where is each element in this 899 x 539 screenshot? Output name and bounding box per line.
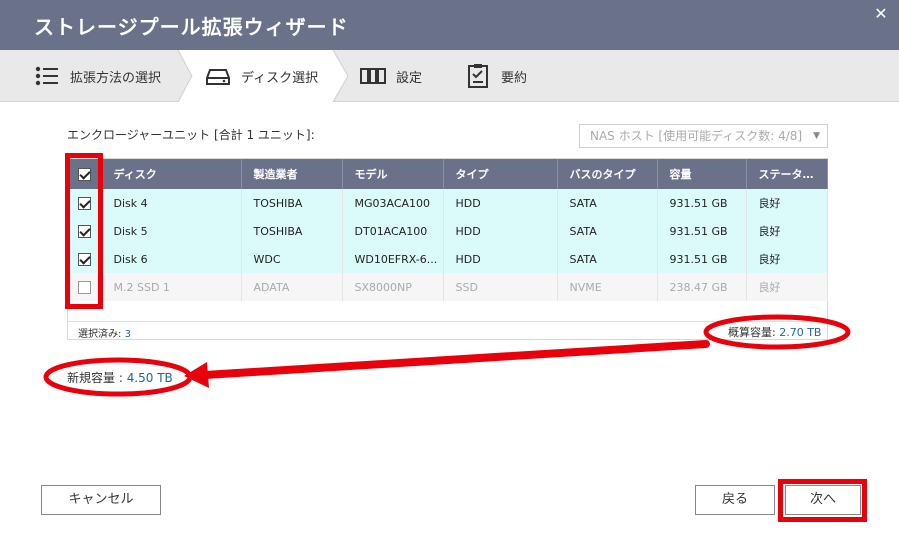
- column-header[interactable]: タイプ: [443, 159, 558, 189]
- table-cell: SX8000NP: [342, 273, 444, 301]
- table-cell: HDD: [443, 217, 558, 245]
- row-checkbox[interactable]: [68, 273, 102, 301]
- table-cell: Disk 6: [101, 245, 242, 273]
- table-row[interactable]: Disk 6 WDC WD10EFRX-6... HDD SATA 931.51…: [68, 245, 828, 273]
- row-checkbox[interactable]: [68, 189, 102, 217]
- table-cell: M.2 SSD 1: [101, 273, 242, 301]
- table-cell: HDD: [443, 189, 558, 217]
- step-disk-selection: ディスク選択: [205, 50, 318, 102]
- estimated-capacity-value: 2.70 TB: [779, 326, 822, 339]
- new-capacity-label: 新規容量 :: [67, 371, 127, 385]
- selected-count-text: 選択済み: 3: [78, 325, 131, 340]
- select-all-checkbox[interactable]: [68, 159, 102, 189]
- step-label: 拡張方法の選択: [70, 70, 162, 86]
- estimated-capacity: 概算容量: 2.70 TB: [728, 324, 821, 340]
- annotation-arrow-line: [201, 340, 710, 379]
- chevron-down-icon: ▼: [813, 131, 820, 141]
- table-row[interactable]: Disk 4 TOSHIBA MG03ACA100 HDD SATA 931.5…: [68, 189, 828, 217]
- new-capacity: 新規容量 : 4.50 TB: [67, 369, 173, 386]
- close-icon[interactable]: ✕: [871, 4, 891, 24]
- wizard-titlebar: ストレージプール拡張ウィザード ✕: [0, 0, 899, 50]
- step-settings: 設定: [360, 50, 422, 102]
- enclosure-select[interactable]: NAS ホスト [使用可能ディスク数: 4/8] ▼: [579, 124, 828, 148]
- table-cell: 931.51 GB: [657, 189, 747, 217]
- table-cell: HDD: [443, 245, 558, 273]
- table-cell: 良好: [746, 189, 828, 217]
- table-cell: 良好: [746, 217, 828, 245]
- list-icon: [34, 63, 60, 89]
- table-row[interactable]: Disk 5 TOSHIBA DT01ACA100 HDD SATA 931.5…: [68, 217, 828, 245]
- enclosure-label: エンクロージャーユニット [合計 1 ユニット]:: [67, 128, 315, 142]
- table-cell: 良好: [746, 273, 828, 301]
- table-cell: TOSHIBA: [241, 217, 343, 245]
- table-cell: 931.51 GB: [657, 245, 747, 273]
- table-cell: WD10EFRX-6...: [342, 245, 444, 273]
- table-cell: NVME: [557, 273, 658, 301]
- table-cell: WDC: [241, 245, 343, 273]
- table-cell: MG03ACA100: [342, 189, 444, 217]
- estimated-capacity-label: 概算容量:: [728, 326, 780, 339]
- step-label: ディスク選択: [241, 70, 319, 86]
- column-header[interactable]: ディスク: [101, 159, 242, 189]
- table-cell: SSD: [443, 273, 558, 301]
- disk-table: ディスク 製造業者 モデル タイプ バスのタイプ 容量 ステータ… Disk 4…: [67, 158, 828, 340]
- clipboard-icon: [465, 63, 491, 89]
- column-header[interactable]: バスのタイプ: [557, 159, 658, 189]
- cancel-button[interactable]: キャンセル: [41, 485, 161, 515]
- row-checkbox[interactable]: [68, 217, 102, 245]
- row-checkbox[interactable]: [68, 245, 102, 273]
- table-cell: SATA: [557, 217, 658, 245]
- table-cell: DT01ACA100: [342, 217, 444, 245]
- selected-label: 選択済み:: [78, 329, 125, 340]
- step-navigation: 拡張方法の選択 ディスク選択 設定 要約: [0, 50, 899, 102]
- settings-icon: [360, 63, 386, 89]
- column-header[interactable]: ステータ…: [746, 159, 828, 189]
- table-cell: Disk 5: [101, 217, 242, 245]
- new-capacity-value: 4.50 TB: [126, 371, 173, 385]
- table-cell: SATA: [557, 189, 658, 217]
- column-header[interactable]: 容量: [657, 159, 747, 189]
- table-cell: 931.51 GB: [657, 217, 747, 245]
- back-button[interactable]: 戻る: [695, 485, 775, 515]
- table-header-row: ディスク 製造業者 モデル タイプ バスのタイプ 容量 ステータ…: [68, 159, 828, 189]
- table-footer: 選択済み: 3: [68, 321, 827, 340]
- column-header[interactable]: モデル: [342, 159, 444, 189]
- table-cell: ADATA: [241, 273, 343, 301]
- table-cell: 238.47 GB: [657, 273, 747, 301]
- wizard-title: ストレージプール拡張ウィザード: [34, 15, 349, 39]
- enclosure-select-value: NAS ホスト [使用可能ディスク数: 4/8]: [590, 129, 803, 143]
- column-header[interactable]: 製造業者: [241, 159, 343, 189]
- annotation-arrow-head: [184, 362, 209, 388]
- table-cell: SATA: [557, 245, 658, 273]
- next-button[interactable]: 次へ: [785, 485, 861, 515]
- table-cell: TOSHIBA: [241, 189, 343, 217]
- step-summary: 要約: [465, 50, 527, 102]
- step-expansion-method: 拡張方法の選択: [34, 50, 161, 102]
- table-row[interactable]: M.2 SSD 1 ADATA SX8000NP SSD NVME 238.47…: [68, 273, 828, 301]
- step-label: 設定: [396, 70, 423, 86]
- drive-icon: [205, 63, 231, 89]
- table-cell: Disk 4: [101, 189, 242, 217]
- table-cell: 良好: [746, 245, 828, 273]
- selected-count: 3: [124, 329, 131, 340]
- step-label: 要約: [501, 70, 528, 86]
